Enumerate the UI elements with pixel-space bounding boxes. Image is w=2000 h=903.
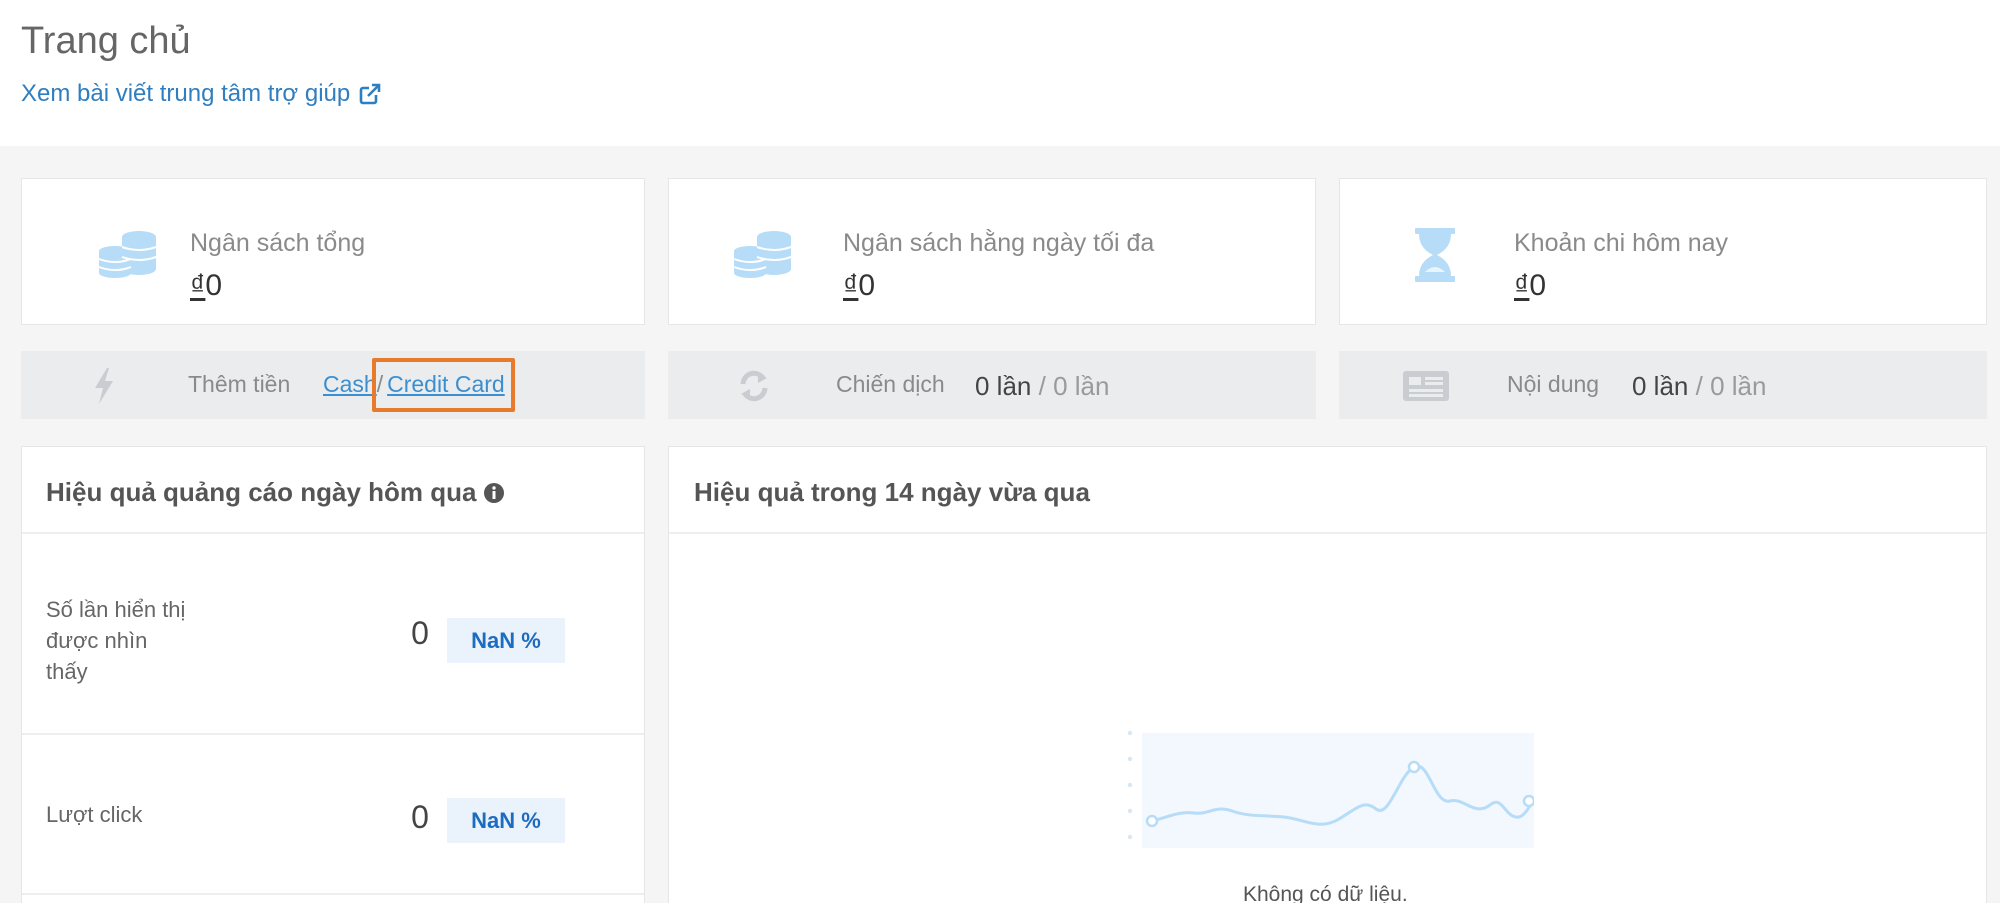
metric-label: Lượt click (46, 802, 143, 827)
content-count: 0 lần (1632, 371, 1689, 401)
metric-value: 0 (411, 799, 429, 835)
refresh-icon (736, 368, 772, 404)
total-budget-value: ₫0 (190, 269, 222, 303)
panel-title: Hiệu quả quảng cáo ngày hôm qua (46, 477, 505, 508)
content-total: / 0 lần (1695, 371, 1767, 401)
today-spend-label: Khoản chi hôm nay (1514, 229, 1729, 257)
currency-symbol: ₫ (190, 269, 206, 302)
campaign-total: / 0 lần (1038, 371, 1110, 401)
content-label: Nội dung (1507, 371, 1600, 397)
cash-link[interactable]: Cash (323, 371, 377, 397)
total-budget-card: Ngân sách tổng ₫0 (21, 178, 645, 325)
amount: 0 (858, 269, 876, 302)
campaign-value: 0 lần / 0 lần (975, 371, 1109, 402)
external-link-icon (359, 83, 381, 105)
hourglass-icon (1380, 225, 1490, 285)
total-budget-label: Ngân sách tổng (190, 229, 366, 257)
help-center-link[interactable]: Xem bài viết trung tâm trợ giúp (21, 80, 382, 108)
metric-row: Số lần hiển thị được nhìn thấy 0 NaN % (22, 534, 642, 734)
empty-state-text: Không có dữ liệu. (1243, 883, 1408, 903)
divider (22, 893, 644, 895)
change-badge: NaN % (447, 798, 565, 843)
empty-chart-illustration (1127, 730, 1534, 848)
page-title: Trang chủ (21, 20, 191, 62)
campaign-count: 0 lần (975, 371, 1032, 401)
daily-budget-label: Ngân sách hằng ngày tối đa (843, 229, 1155, 257)
help-link-label: Xem bài viết trung tâm trợ giúp (21, 80, 351, 107)
page-header: Trang chủ Xem bài viết trung tâm trợ giú… (0, 0, 2000, 146)
info-icon[interactable] (483, 482, 505, 504)
coins-icon (74, 225, 184, 285)
change-badge: NaN % (447, 618, 565, 663)
currency-symbol: ₫ (1514, 269, 1530, 302)
today-spend-card: Khoản chi hôm nay ₫0 (1339, 178, 1987, 325)
topup-label: Thêm tiền (188, 371, 291, 397)
topup-bar: Thêm tiền Cash/Credit Card (21, 351, 645, 419)
today-spend-value: ₫0 (1514, 269, 1546, 303)
daily-budget-card: Ngân sách hằng ngày tối đa ₫0 (668, 178, 1316, 325)
metric-row: Lượt click 0 NaN % (22, 735, 642, 895)
content-value: 0 lần / 0 lần (1632, 371, 1766, 402)
amount: 0 (205, 269, 223, 302)
content-bar: Nội dung 0 lần / 0 lần (1339, 351, 1987, 419)
panel-title: Hiệu quả trong 14 ngày vừa qua (694, 477, 1090, 507)
daily-budget-value: ₫0 (843, 269, 875, 303)
yesterday-performance-panel: Hiệu quả quảng cáo ngày hôm qua Số lần h… (21, 446, 645, 903)
newspaper-icon (1403, 368, 1449, 404)
campaign-label: Chiến dịch (836, 371, 945, 397)
amount: 0 (1529, 269, 1547, 302)
divider (669, 532, 1986, 534)
metric-label: Số lần hiển thị được nhìn thấy (46, 597, 186, 684)
trend-panel: Hiệu quả trong 14 ngày vừa qua (668, 446, 1987, 903)
bolt-icon (86, 368, 122, 404)
currency-symbol: ₫ (843, 269, 859, 302)
metric-value: 0 (411, 615, 429, 651)
credit-card-highlight (372, 358, 515, 412)
panel-title-text: Hiệu quả quảng cáo ngày hôm qua (46, 477, 477, 507)
campaign-bar: Chiến dịch 0 lần / 0 lần (668, 351, 1316, 419)
coins-icon (709, 225, 819, 285)
